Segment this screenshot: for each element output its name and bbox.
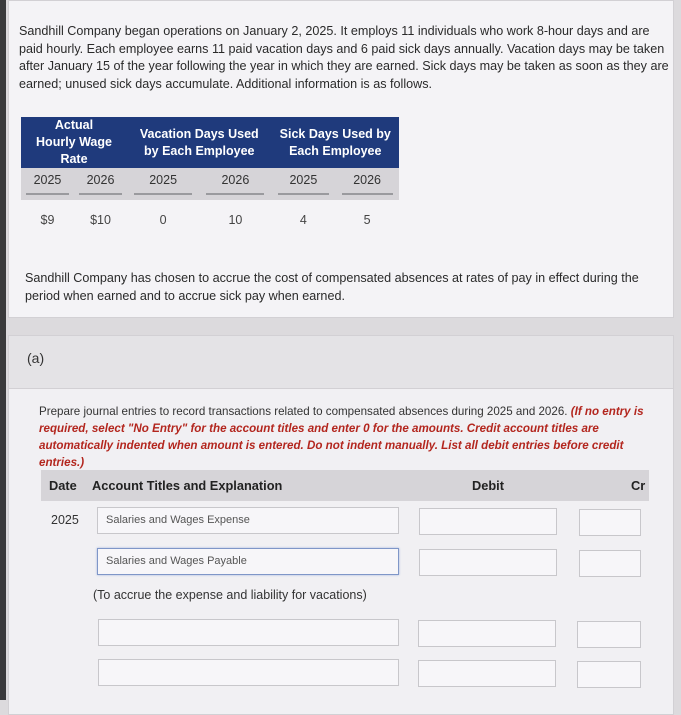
debit-input[interactable]	[418, 660, 556, 687]
year-cell: 2026	[74, 168, 128, 206]
problem-card: Sandhill Company began operations on Jan…	[8, 0, 674, 318]
col-account: Account Titles and Explanation	[92, 478, 283, 493]
instructions: Prepare journal entries to record transa…	[39, 403, 649, 471]
credit-input[interactable]	[577, 661, 641, 688]
debit-input[interactable]	[419, 549, 557, 576]
header-sick: Sick Days Used by Each Employee	[271, 117, 399, 168]
year-cell: 2026	[335, 168, 399, 206]
problem-intro: Sandhill Company began operations on Jan…	[19, 24, 669, 91]
value-cell: 10	[228, 212, 243, 227]
header-wage: Actual Hourly Wage Rate	[21, 117, 128, 168]
col-debit: Debit	[472, 478, 504, 493]
entry-explanation: (To accrue the expense and liability for…	[93, 588, 367, 602]
accrual-note: Sandhill Company has chosen to accrue th…	[25, 271, 639, 303]
journal-header: Date Account Titles and Explanation Debi…	[41, 470, 649, 501]
year-cell: 2026	[199, 168, 272, 206]
col-credit: Cr	[631, 478, 646, 493]
col-date: Date	[49, 478, 77, 493]
year-cell: 2025	[127, 168, 200, 206]
credit-input[interactable]	[579, 509, 641, 536]
debit-input[interactable]	[419, 508, 557, 535]
value-cell: $10	[90, 212, 111, 227]
account-input[interactable]	[98, 619, 399, 646]
screen-edge	[0, 0, 6, 700]
value-cell: 5	[363, 212, 371, 227]
value-cell: $9	[40, 212, 55, 227]
credit-input[interactable]	[577, 621, 641, 648]
year-cell: 2025	[21, 168, 74, 206]
account-input[interactable]: Salaries and Wages Payable	[97, 548, 399, 575]
debit-input[interactable]	[418, 620, 556, 647]
credit-input[interactable]	[579, 550, 641, 577]
part-label: (a)	[9, 336, 673, 389]
account-input[interactable]	[98, 659, 399, 686]
instruction-text: Prepare journal entries to record transa…	[39, 405, 568, 418]
year-cell: 2025	[271, 168, 336, 206]
part-a-panel: (a) Prepare journal entries to record tr…	[8, 335, 674, 715]
header-vacation: Vacation Days Used by Each Employee	[127, 117, 272, 168]
wage-table: Actual Hourly Wage Rate Vacation Days Us…	[21, 117, 399, 233]
value-cell: 4	[299, 212, 307, 227]
value-cell: 0	[159, 212, 167, 227]
entry-date: 2025	[51, 513, 79, 527]
account-input[interactable]: Salaries and Wages Expense	[97, 507, 399, 534]
